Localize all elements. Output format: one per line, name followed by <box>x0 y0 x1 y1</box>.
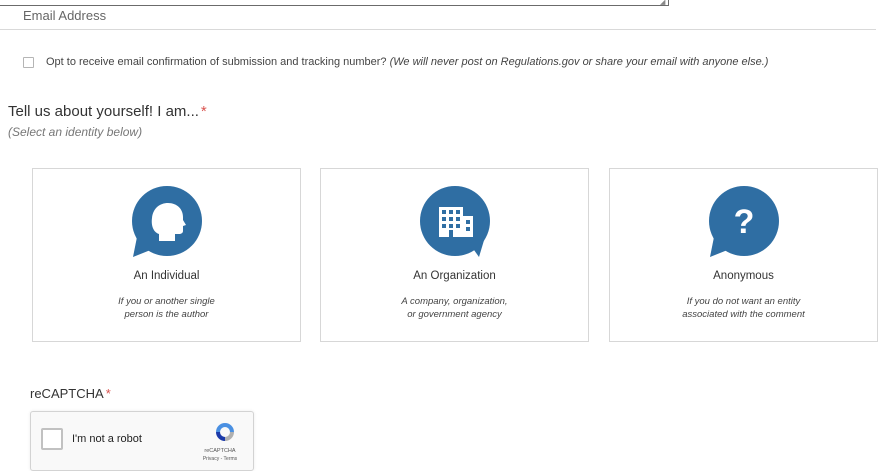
email-optin-row[interactable]: Opt to receive email confirmation of sub… <box>23 56 768 68</box>
card-title: An Individual <box>133 270 200 282</box>
email-optin-checkbox[interactable] <box>23 56 34 68</box>
identity-card-anonymous[interactable]: ? Anonymous If you do not want an entity… <box>609 168 878 342</box>
required-asterisk: * <box>105 386 111 401</box>
previous-field-border <box>0 0 669 6</box>
identity-subheading: (Select an identity below) <box>8 125 143 139</box>
email-optin-text: Opt to receive email confirmation of sub… <box>46 56 387 68</box>
card-description-line: If you or another single <box>118 296 215 307</box>
identity-heading-text: Tell us about yourself! I am... <box>8 103 199 120</box>
recaptcha-logo-icon <box>216 423 234 441</box>
person-head-icon <box>132 186 202 257</box>
card-description-line: A company, organization, <box>401 296 508 307</box>
card-description-line: associated with the comment <box>682 309 805 320</box>
question-mark-icon: ? <box>709 186 779 257</box>
recaptcha-checkbox-label: I'm not a robot <box>72 433 142 445</box>
recaptcha-privacy-terms-link[interactable]: Privacy - Terms <box>194 456 246 462</box>
card-description: A company, organization, or government a… <box>321 295 588 321</box>
card-description: If you do not want an entity associated … <box>610 295 877 321</box>
recaptcha-checkbox[interactable] <box>41 428 63 450</box>
card-title: An Organization <box>413 270 496 282</box>
identity-card-individual[interactable]: An Individual If you or another single p… <box>32 168 301 342</box>
card-description: If you or another single person is the a… <box>33 295 300 321</box>
building-icon <box>420 186 490 257</box>
recaptcha-label-text: reCAPTCHA <box>30 386 104 401</box>
email-optin-note: (We will never post on Regulations.gov o… <box>389 56 769 68</box>
email-field-underline <box>0 29 876 30</box>
resize-grip-icon[interactable]: ◢ <box>660 0 665 6</box>
recaptcha-widget: I'm not a robot reCAPTCHA Privacy - Term… <box>30 411 254 471</box>
svg-text:?: ? <box>734 203 755 241</box>
card-description-line: or government agency <box>407 309 502 320</box>
recaptcha-label: reCAPTCHA * <box>30 386 111 401</box>
card-description-line: If you do not want an entity <box>686 296 801 307</box>
recaptcha-brand: reCAPTCHA <box>204 448 236 454</box>
identity-card-organization[interactable]: An Organization A company, organization,… <box>320 168 589 342</box>
email-address-field[interactable]: Email Address <box>23 8 106 23</box>
required-asterisk: * <box>200 103 207 120</box>
card-description-line: person is the author <box>124 309 209 320</box>
card-title: Anonymous <box>713 270 774 282</box>
identity-heading: Tell us about yourself! I am... * <box>8 103 207 120</box>
